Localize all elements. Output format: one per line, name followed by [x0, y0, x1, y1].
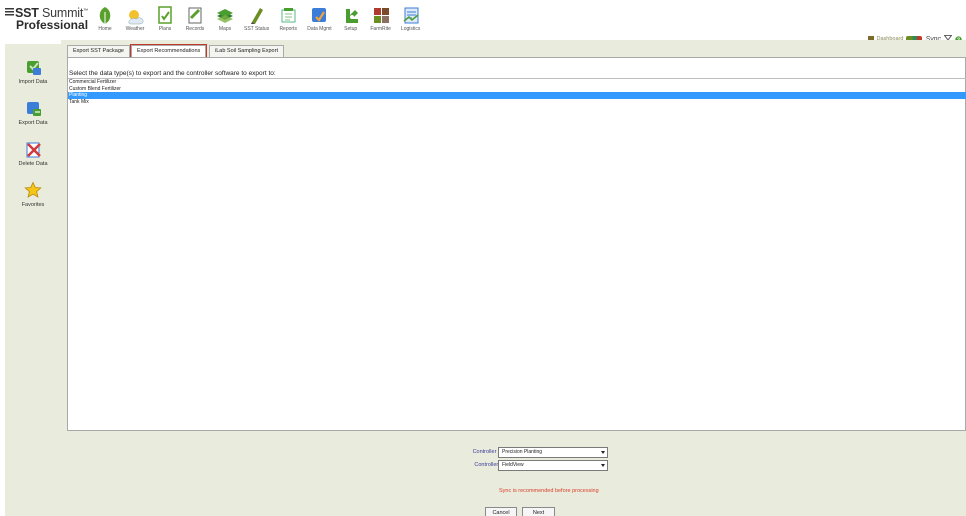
controller-software-value: FieldView: [502, 462, 524, 468]
export-data-icon: [24, 99, 42, 119]
tab-bar: Export SST Package Export Recommendation…: [61, 40, 966, 58]
sidebar-item-label: Delete Data: [18, 161, 48, 167]
home-icon: [94, 4, 116, 26]
tab-export-recommendations[interactable]: Export Recommendations: [129, 44, 208, 58]
chevron-down-icon: [601, 451, 605, 454]
records-icon: [184, 4, 206, 26]
import-data-icon: [24, 58, 42, 78]
sidebar-item-label: Favorites: [21, 202, 45, 208]
controller-company-row: Controller Company: Precision Planting: [61, 447, 966, 459]
sidebar-item-delete-data[interactable]: Delete Data: [5, 140, 61, 167]
toolbar-item-label: Records: [185, 26, 205, 32]
toolbar-item-label: Plans: [158, 26, 172, 32]
toolbar-item-sst-status[interactable]: SST Status: [240, 1, 273, 33]
toolbar-item-label: Maps: [218, 26, 232, 32]
sidebar-item-favorites[interactable]: Favorites: [5, 181, 61, 208]
logo-trademark: ™: [83, 8, 88, 14]
data-mgmt-icon: [308, 4, 330, 26]
sidebar-item-label: Export Data: [18, 120, 48, 126]
controller-company-value: Precision Planting: [502, 449, 543, 455]
tab-export-sst-package[interactable]: Export SST Package: [67, 45, 130, 57]
toolbar-item-data-mgmt[interactable]: Data Mgmt: [303, 1, 335, 33]
toolbar-item-home[interactable]: Home: [90, 1, 120, 33]
farmrite-icon: [370, 4, 392, 26]
content-panel: Select the data type(s) to export and th…: [61, 57, 966, 516]
maps-icon: [214, 4, 236, 26]
sidebar-item-import-data[interactable]: Import Data: [5, 58, 61, 85]
chevron-down-icon: [601, 464, 605, 467]
controller-software-row: Controller Software: FieldView: [61, 460, 966, 472]
toolbar-item-weather[interactable]: Weather: [120, 1, 150, 33]
next-button[interactable]: Next: [522, 507, 555, 516]
toolbar-item-logistics[interactable]: Logistics: [396, 1, 426, 33]
delete-data-icon: [24, 140, 42, 160]
tab-ilab-soil-sampling-export[interactable]: iLab Soil Sampling Export: [209, 45, 284, 57]
toolbar-item-records[interactable]: Records: [180, 1, 210, 33]
toolbar-item-label: Data Mgmt: [307, 26, 332, 32]
data-type-section: Select the data type(s) to export and th…: [67, 57, 966, 431]
sst-status-icon: [246, 4, 268, 26]
toolbar-item-label: Weather: [125, 26, 145, 32]
toolbar-item-label: SST Status: [244, 26, 270, 32]
toolbar-item-reports[interactable]: Reports: [273, 1, 303, 33]
reports-icon: [277, 4, 299, 26]
favorites-icon: [24, 181, 42, 201]
sidebar-item-label: Import Data: [18, 79, 48, 85]
toolbar-item-farmrite[interactable]: FarmRite: [366, 1, 396, 33]
controller-company-select[interactable]: Precision Planting: [498, 447, 608, 458]
setup-icon: [340, 4, 362, 26]
toolbar-item-label: Logistics: [400, 26, 421, 32]
app-window: SST Summit™ Professional Home Weather Plan…: [0, 0, 966, 516]
toolbar-item-label: Reports: [279, 26, 297, 32]
toolbar-item-label: FarmRite: [370, 26, 391, 32]
instruction-text: Select the data type(s) to export and th…: [69, 70, 276, 77]
cancel-button[interactable]: Cancel: [485, 507, 517, 516]
logo-mark: [5, 8, 14, 18]
top-toolbar: SST Summit™ Professional Home Weather Plan…: [0, 0, 966, 33]
left-sidebar: Import Data Export Data Delete Data Favorit…: [5, 44, 61, 516]
sst-summit-logo: SST Summit™ Professional: [5, 5, 89, 33]
toolbar-item-label: Home: [98, 26, 112, 32]
toolbar-item-maps[interactable]: Maps: [210, 1, 240, 33]
logistics-icon: [400, 4, 422, 26]
toolbar-item-setup[interactable]: Setup: [336, 1, 366, 33]
toolbar-item-plans[interactable]: Plans: [150, 1, 180, 33]
toolbar-item-label: Setup: [344, 26, 358, 32]
weather-icon: [124, 4, 146, 26]
list-item[interactable]: Tank Mix: [68, 99, 966, 106]
sidebar-item-export-data[interactable]: Export Data: [5, 99, 61, 126]
logo-text-professional: Professional: [16, 18, 89, 33]
controller-software-select[interactable]: FieldView: [498, 460, 608, 471]
plans-icon: [154, 4, 176, 26]
main-toolbar: Home Weather Plans Records Maps SST Status Rep…: [90, 1, 426, 33]
sync-warning: Sync is recommended before processing: [499, 488, 599, 494]
data-type-listbox[interactable]: Commercial Fertilizer Custom Blend Fertil…: [68, 78, 966, 430]
